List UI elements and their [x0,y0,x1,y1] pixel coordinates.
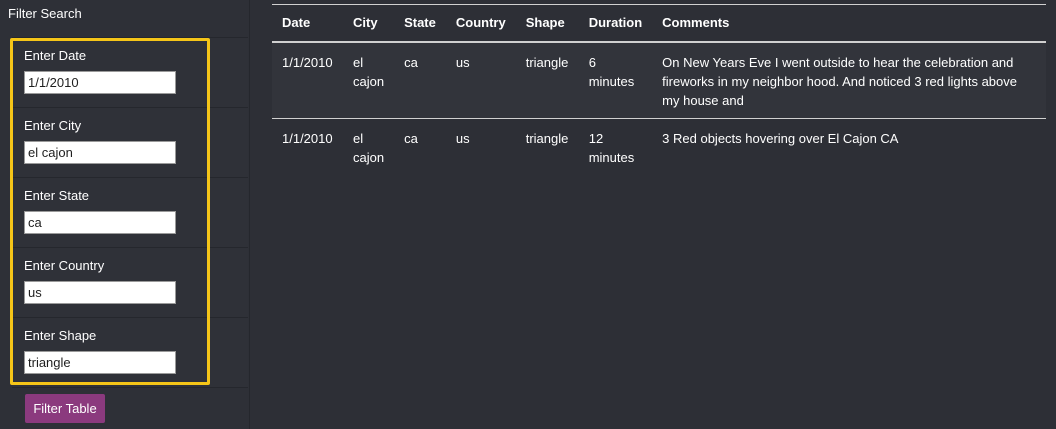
shape-label: Enter Shape [24,328,97,343]
results-table-container: Date City State Country Shape Duration C… [272,4,1046,175]
table-row: 1/1/2010 el cajon ca us triangle 12 minu… [272,118,1046,175]
header-city: City [353,15,378,30]
cell-country: us [455,55,470,70]
filter-sidebar: Filter Search Enter Date Enter City Ente… [0,0,250,429]
cell-shape: triangle [525,131,569,146]
table-header-row: Date City State Country Shape Duration C… [272,4,1046,42]
cell-state: ca [404,55,418,70]
city-input[interactable] [24,141,176,164]
filter-item-shape: Enter Shape [12,318,248,388]
state-label: Enter State [24,188,90,203]
cell-duration: 12 minutes [588,131,635,165]
shape-input[interactable] [24,351,176,374]
cell-city: el cajon [353,131,385,165]
date-label: Enter Date [24,48,87,63]
header-comments: Comments [662,15,730,30]
sidebar-title: Filter Search [8,6,82,21]
cell-comments: On New Years Eve I went outside to hear … [662,55,1017,108]
filter-item-country: Enter Country [12,248,248,318]
cell-state: ca [404,131,418,146]
filter-list: Enter Date Enter City Enter State Enter … [12,37,248,388]
header-duration: Duration [588,15,643,30]
ufo-results-table: Date City State Country Shape Duration C… [272,4,1046,175]
country-label: Enter Country [24,258,105,273]
city-label: Enter City [24,118,82,133]
cell-date: 1/1/2010 [282,55,333,70]
date-input[interactable] [24,71,176,94]
state-input[interactable] [24,211,176,234]
filter-item-city: Enter City [12,108,248,178]
cell-shape: triangle [525,55,569,70]
header-state: State [404,15,436,30]
filter-item-date: Enter Date [12,37,248,108]
header-country: Country [455,15,506,30]
cell-duration: 6 minutes [588,55,635,89]
header-date: Date [282,15,311,30]
table-row: 1/1/2010 el cajon ca us triangle 6 minut… [272,42,1046,119]
cell-comments: 3 Red objects hovering over El Cajon CA [662,131,899,146]
filter-table-button[interactable]: Filter Table [25,394,105,423]
cell-city: el cajon [353,55,385,89]
cell-date: 1/1/2010 [282,131,333,146]
filter-item-state: Enter State [12,178,248,248]
country-input[interactable] [24,281,176,304]
header-shape: Shape [525,15,565,30]
cell-country: us [455,131,470,146]
